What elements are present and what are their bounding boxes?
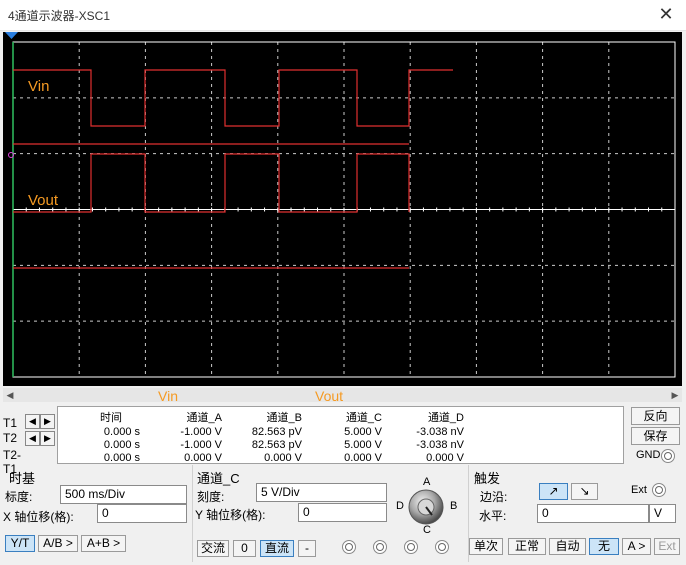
channel-a-terminal-icon[interactable] [342,540,356,554]
knob-label-a: A [423,476,431,488]
knob-label-d: D [396,500,404,512]
channel-title: 通道_C [197,471,240,486]
trigger-title: 触发 [474,471,501,486]
dt-ch-b: 0.000 V [264,451,302,464]
rising-edge-button[interactable]: ↗ [539,483,568,500]
readings-header-row: 时间 通道_A 通道_B 通道_C 通道_D [62,409,464,425]
trace-label-vout: Vout [28,192,59,209]
falling-edge-button[interactable]: ↘ [571,483,598,500]
t1-ch-c: 5.000 V [344,425,382,438]
t2-time: 0.000 s [103,438,140,451]
t1-ch-a: -1.000 V [180,425,222,438]
normal-trigger-button[interactable]: 正常 [508,538,546,555]
minus-coupling-button[interactable]: - [298,540,316,557]
table-row: 0.000 s -1.000 V 82.563 pV 5.000 V -3.03… [62,425,464,438]
col-header-ch-a: 通道_A [186,412,222,424]
x-position-field[interactable]: 0 [97,504,187,523]
t2-right-arrow-icon[interactable]: ▶ [40,431,55,446]
col-header-ch-c: 通道_C [345,412,382,424]
t2-ch-c: 5.000 V [344,438,382,451]
auto-trigger-button[interactable]: 自动 [549,538,586,555]
trigger-source-ext-button[interactable]: Ext [654,538,680,555]
trigger-ext-label: Ext [631,484,647,496]
gnd-terminal-icon[interactable] [661,449,675,463]
dc-coupling-button[interactable]: 直流 [260,540,294,557]
trigger-level-unit[interactable]: V [649,504,676,523]
gnd-label: GND [636,449,661,461]
oscilloscope-screen[interactable]: Vin Vout [3,32,682,386]
channel-scale-field[interactable]: 5 V/Div [256,483,387,502]
channel-b-terminal-icon[interactable] [373,540,387,554]
t2-ch-b: 82.563 pV [251,438,302,451]
cursor-t2-label: T2 [3,431,18,445]
trigger-level-field[interactable]: 0 [537,504,649,523]
timebase-title: 时基 [9,471,36,486]
dt-time: 0.000 s [103,451,140,464]
col-header-time: 时间 [100,412,122,424]
cursor-t1-marker-icon [5,32,18,39]
measurement-readout: 时间 通道_A 通道_B 通道_C 通道_D 0.000 s -1.000 V … [57,406,624,464]
screen-grid [12,41,676,378]
t1-ch-b: 82.563 pV [251,425,302,438]
dt-ch-a: 0.000 V [184,451,222,464]
table-row: 0.000 s -1.000 V 82.563 pV 5.000 V -3.03… [62,438,464,451]
channel-c-terminal-icon[interactable] [404,540,418,554]
yt-mode-button[interactable]: Y/T [5,535,35,552]
timebase-scale-label: 标度: [5,490,33,504]
timebase-scale-field[interactable]: 500 ms/Div [60,485,187,504]
channel-a-label: Vin [158,388,178,404]
trace-vout [13,153,410,213]
col-header-ch-b: 通道_B [266,412,302,424]
save-button[interactable]: 保存 [631,427,680,445]
t1-ch-d: -3.038 nV [416,425,464,438]
scroll-right-icon[interactable]: ▶ [668,388,682,402]
dt-ch-c: 0.000 V [344,451,382,464]
channel-d-terminal-icon[interactable] [435,540,449,554]
y-position-field[interactable]: 0 [298,503,387,522]
window-title: 4通道示波器-XSC1 [8,9,111,23]
single-trigger-button[interactable]: 单次 [469,538,503,555]
window-titlebar: 4通道示波器-XSC1 ✕ [0,0,686,31]
trigger-ext-terminal-icon[interactable] [652,483,666,497]
scroll-left-icon[interactable]: ◀ [3,388,17,402]
ab-mode-button[interactable]: A/B > [38,535,78,552]
readings-table: 时间 通道_A 通道_B 通道_C 通道_D 0.000 s -1.000 V … [62,409,464,464]
reverse-button[interactable]: 反向 [631,407,680,425]
y-position-label: Y 轴位移(格): [195,508,266,522]
channel-selector-knob-icon[interactable] [408,489,444,525]
channel-scale-label: 刻度: [197,490,225,504]
scope-display: Vin Vout [5,32,676,378]
none-trigger-button[interactable]: 无 [589,538,619,555]
ac-coupling-button[interactable]: 交流 [197,540,229,557]
t1-left-arrow-icon[interactable]: ◀ [25,414,40,429]
dt-ch-d: 0.000 V [426,451,464,464]
trigger-level-label: 水平: [479,509,507,523]
trigger-source-a-button[interactable]: A > [622,538,651,555]
table-row: 0.000 s 0.000 V 0.000 V 0.000 V 0.000 V [62,451,464,464]
t2-left-arrow-icon[interactable]: ◀ [25,431,40,446]
close-icon[interactable]: ✕ [656,4,676,25]
zero-coupling-button[interactable]: 0 [233,540,256,557]
t2-ch-a: -1.000 V [180,438,222,451]
a-plus-b-mode-button[interactable]: A+B > [81,535,126,552]
knob-label-b: B [450,500,458,512]
t1-right-arrow-icon[interactable]: ▶ [40,414,55,429]
divider [192,465,193,562]
t1-time: 0.000 s [103,425,140,438]
cursor-t1-label: T1 [3,416,18,430]
t2-ch-d: -3.038 nV [416,438,464,451]
x-position-label: X 轴位移(格): [3,510,74,524]
trigger-edge-label: 边沿: [480,490,508,504]
knob-label-c: C [423,524,431,536]
trace-label-vin: Vin [28,78,49,95]
col-header-ch-d: 通道_D [427,412,464,424]
channel-c-label: Vout [315,388,344,404]
